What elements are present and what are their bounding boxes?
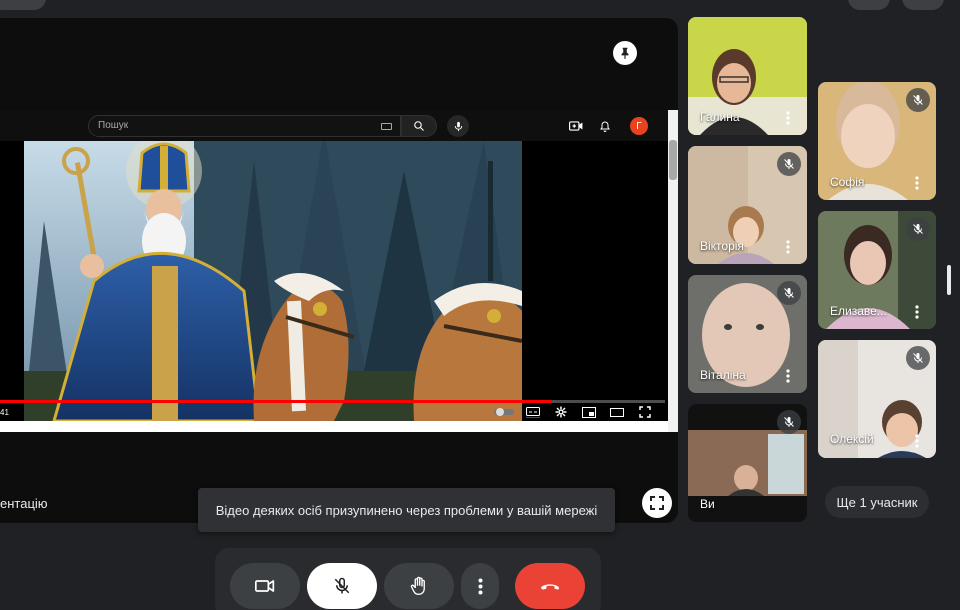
mic-off-icon bbox=[913, 95, 923, 105]
more-vert-icon bbox=[786, 111, 790, 125]
youtube-search-button[interactable] bbox=[401, 115, 437, 137]
autoplay-icon bbox=[494, 408, 514, 416]
mic-off-icon bbox=[913, 224, 923, 234]
gear-icon bbox=[555, 406, 567, 418]
participant-tile[interactable]: Олексій bbox=[818, 340, 936, 458]
participant-muted-indicator bbox=[777, 281, 801, 305]
participant-tile[interactable]: Вікторія bbox=[688, 146, 807, 264]
presentation-stage: Пошук Г 41 ентацію bbox=[0, 18, 678, 523]
fullscreen-button[interactable] bbox=[642, 488, 672, 518]
participant-tile[interactable]: Софія bbox=[818, 82, 936, 200]
raise-hand-button[interactable] bbox=[384, 563, 454, 609]
bell-icon bbox=[600, 120, 610, 132]
participant-more-button[interactable] bbox=[781, 109, 795, 127]
youtube-header: Пошук Г bbox=[0, 110, 668, 141]
more-options-button[interactable] bbox=[461, 563, 499, 609]
video-time: 41 bbox=[0, 408, 9, 417]
participant-muted-indicator bbox=[906, 346, 930, 370]
participant-name: Олексій bbox=[830, 432, 874, 446]
top-right-pill-2[interactable] bbox=[902, 0, 944, 10]
participant-name: Віталіна bbox=[700, 368, 746, 382]
camera-button[interactable] bbox=[230, 563, 300, 609]
autoplay-toggle[interactable] bbox=[494, 405, 514, 419]
participant-muted-indicator bbox=[906, 88, 930, 112]
mic-icon bbox=[454, 121, 462, 131]
miniplayer-icon bbox=[582, 406, 596, 418]
subtitles-button[interactable] bbox=[525, 405, 541, 419]
pin-button[interactable] bbox=[613, 41, 637, 65]
more-participants-button[interactable]: Ще 1 учасник bbox=[825, 486, 929, 518]
fullscreen-icon bbox=[650, 496, 664, 510]
leave-call-button[interactable] bbox=[515, 563, 585, 609]
mic-off-icon bbox=[334, 577, 350, 594]
settings-button[interactable] bbox=[553, 405, 569, 419]
youtube-video-player[interactable]: 41 bbox=[0, 141, 668, 421]
youtube-avatar[interactable]: Г bbox=[630, 117, 648, 135]
mic-off-icon bbox=[913, 353, 923, 363]
more-vert-icon bbox=[786, 369, 790, 383]
video-progress-bar[interactable] bbox=[0, 400, 665, 403]
participant-more-button[interactable] bbox=[781, 367, 795, 385]
fullscreen-icon bbox=[639, 406, 651, 418]
hand-icon bbox=[410, 576, 425, 595]
participant-tile[interactable]: Галина bbox=[688, 17, 807, 135]
microphone-button[interactable] bbox=[307, 563, 377, 609]
pin-icon bbox=[621, 47, 629, 59]
youtube-create-button[interactable] bbox=[568, 118, 584, 134]
more-vert-icon bbox=[478, 578, 482, 594]
shared-screen: Пошук Г 41 bbox=[0, 110, 678, 432]
presentation-label: ентацію bbox=[0, 496, 48, 511]
more-vert-icon bbox=[786, 240, 790, 254]
participant-more-button[interactable] bbox=[910, 174, 924, 192]
create-video-icon bbox=[569, 121, 583, 131]
end-call-icon bbox=[540, 584, 560, 590]
participant-more-button[interactable] bbox=[910, 432, 924, 450]
participant-more-button[interactable] bbox=[781, 238, 795, 256]
more-vert-icon bbox=[915, 176, 919, 190]
participant-muted-indicator bbox=[906, 217, 930, 241]
participant-name: Вікторія bbox=[700, 239, 744, 253]
subtitles-icon bbox=[526, 406, 540, 418]
search-icon bbox=[414, 121, 424, 131]
more-vert-icon bbox=[915, 305, 919, 319]
network-notification-text: Відео деяких осіб призупинено через проб… bbox=[215, 502, 598, 518]
participant-name: Галина bbox=[700, 110, 740, 124]
participant-tile[interactable]: Ви bbox=[688, 404, 807, 522]
participant-name: Елизаве... bbox=[830, 304, 887, 318]
participant-tile[interactable]: Елизаве... bbox=[818, 211, 936, 329]
top-left-pill[interactable] bbox=[0, 0, 46, 10]
youtube-search-placeholder: Пошук bbox=[98, 120, 129, 131]
top-right-pill-1[interactable] bbox=[848, 0, 890, 10]
youtube-notifications-button[interactable] bbox=[597, 118, 613, 134]
theater-mode-button[interactable] bbox=[609, 405, 625, 419]
participants-scrollbar[interactable] bbox=[947, 265, 951, 295]
participant-tile[interactable]: Віталіна bbox=[688, 275, 807, 393]
saint-nicholas-artwork bbox=[24, 141, 522, 421]
more-vert-icon bbox=[915, 434, 919, 448]
page-scrollbar-thumb[interactable] bbox=[669, 140, 677, 180]
video-progress-fill bbox=[0, 400, 552, 403]
mic-off-icon bbox=[784, 159, 794, 169]
participant-name: Ви bbox=[700, 497, 715, 511]
call-controls-bar bbox=[215, 548, 601, 610]
miniplayer-button[interactable] bbox=[581, 405, 597, 419]
network-notification: Відео деяких осіб призупинено через проб… bbox=[198, 488, 615, 532]
youtube-voice-search-button[interactable] bbox=[447, 115, 469, 137]
participant-more-button[interactable] bbox=[910, 303, 924, 321]
keyboard-icon[interactable] bbox=[381, 123, 392, 130]
participant-name: Софія bbox=[830, 175, 865, 189]
youtube-fullscreen-button[interactable] bbox=[637, 405, 653, 419]
participant-muted-indicator bbox=[777, 410, 801, 434]
mic-off-icon bbox=[784, 417, 794, 427]
video-camera-icon bbox=[255, 580, 275, 592]
mic-off-icon bbox=[784, 288, 794, 298]
theater-icon bbox=[610, 407, 624, 417]
participant-muted-indicator bbox=[777, 152, 801, 176]
youtube-search-input[interactable]: Пошук bbox=[88, 115, 401, 137]
more-participants-label: Ще 1 учасник bbox=[836, 494, 918, 510]
